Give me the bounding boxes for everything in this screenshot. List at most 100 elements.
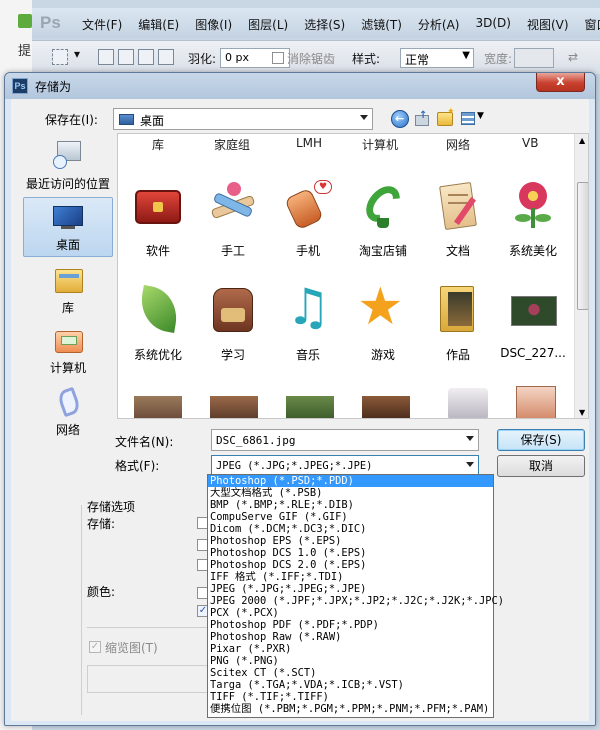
menu-filter[interactable]: 滤镜(T) (361, 16, 402, 33)
style-select[interactable]: 正常 ▼ (400, 48, 474, 68)
format-option[interactable]: Photoshop Raw (*.RAW) (208, 631, 493, 643)
format-option[interactable]: Photoshop PDF (*.PDF;*.PDP) (208, 619, 493, 631)
tool-options-bar: ▾ 羽化: 0 px 消除锯齿 样式: 正常 ▼ 宽度: ⇄ (32, 40, 600, 74)
list-item[interactable]: 作品 (418, 282, 498, 382)
file-list[interactable]: 库 家庭组 LMH 计算机 网络 VB 软件 手工 ♥ 手机 淘宝店铺 文档 系… (117, 133, 589, 419)
feather-label: 羽化: (188, 52, 217, 66)
format-option[interactable]: Dicom (*.DCM;*.DC3;*.DIC) (208, 523, 493, 535)
new-selection-icon[interactable] (98, 49, 114, 65)
antialias-checkbox[interactable] (272, 52, 284, 64)
star-icon: ★ (357, 277, 404, 337)
close-button[interactable]: x (536, 73, 585, 92)
save-in-combo[interactable]: 桌面 (113, 108, 373, 130)
format-option[interactable]: Pixar (*.PXR) (208, 643, 493, 655)
format-option[interactable]: JPEG 2000 (*.JPF;*.JPX;*.JP2;*.J2C;*.J2K… (208, 595, 504, 607)
format-option[interactable]: Photoshop (*.PSD;*.PDD) (208, 475, 493, 487)
list-item[interactable]: LMH (296, 136, 322, 150)
format-option[interactable]: PNG (*.PNG) (208, 655, 493, 667)
format-option[interactable]: Targa (*.TGA;*.VDA;*.ICB;*.VST) (208, 679, 493, 691)
intersect-selection-icon[interactable] (158, 49, 174, 65)
list-item[interactable]: DSC_227... (493, 282, 573, 382)
photos-icon[interactable] (516, 386, 556, 418)
format-option[interactable]: JPEG (*.JPG;*.JPEG;*.JPE) (208, 583, 493, 595)
list-item[interactable]: 软件 (118, 178, 198, 278)
menu-view[interactable]: 视图(V) (527, 16, 569, 33)
place-libraries[interactable]: 库 (23, 261, 113, 321)
format-option[interactable]: Photoshop DCS 1.0 (*.EPS) (208, 547, 493, 559)
dropdown-arrow-icon[interactable]: ▾ (74, 47, 80, 61)
back-button[interactable]: ← (391, 110, 409, 128)
camera-icon[interactable] (448, 388, 488, 418)
width-label: 宽度: (484, 52, 513, 66)
format-option[interactable]: 大型文档格式 (*.PSB) (208, 487, 493, 499)
marquee-tool-icon[interactable] (52, 49, 68, 65)
photo-thumbnail[interactable] (286, 396, 334, 418)
list-item[interactable]: 文档 (418, 178, 498, 278)
place-recent[interactable]: 最近访问的位置 (23, 137, 113, 197)
green-app-icon (18, 14, 32, 28)
filename-input[interactable]: DSC_6861.jpg (211, 429, 479, 451)
cancel-button[interactable]: 取消 (497, 455, 585, 477)
list-item[interactable]: 学习 (193, 282, 273, 382)
format-option[interactable]: Photoshop DCS 2.0 (*.EPS) (208, 559, 493, 571)
crafts-icon (205, 178, 261, 234)
list-item[interactable]: 系统优化 (118, 282, 198, 382)
photo-thumbnail[interactable] (362, 396, 410, 418)
color-label: 颜色: (87, 585, 116, 599)
list-item[interactable]: ♥ 手机 (268, 178, 348, 278)
subtract-selection-icon[interactable] (138, 49, 154, 65)
scroll-down-icon[interactable]: ▼ (579, 408, 585, 417)
place-desktop[interactable]: 桌面 (23, 197, 113, 257)
format-dropdown-list[interactable]: Photoshop (*.PSD;*.PDD) 大型文档格式 (*.PSB) B… (207, 474, 504, 718)
list-item[interactable]: VB (522, 136, 538, 150)
list-item[interactable]: 手工 (193, 178, 273, 278)
vertical-scrollbar[interactable]: ▲ ▼ (574, 134, 588, 418)
photo-thumbnail[interactable] (134, 396, 182, 418)
list-item[interactable]: ★ 游戏 (343, 277, 423, 382)
desktop-icon (51, 202, 85, 232)
list-item[interactable]: 库 (152, 136, 164, 153)
menu-window[interactable]: 窗口 (585, 16, 600, 33)
photo-thumbnail[interactable] (210, 396, 258, 418)
flower-icon (505, 178, 561, 234)
scroll-up-icon[interactable]: ▲ (579, 136, 585, 145)
menu-layer[interactable]: 图层(L) (248, 16, 288, 33)
list-item[interactable]: 系统美化 (493, 178, 573, 278)
format-option[interactable]: 便携位图 (*.PBM;*.PGM;*.PPM;*.PNM;*.PFM;*.PA… (208, 703, 493, 715)
thumbnail-checkbox[interactable]: ✓ (89, 641, 101, 653)
view-menu-button[interactable]: ▼ (461, 111, 487, 127)
format-option[interactable]: BMP (*.BMP;*.RLE;*.DIB) (208, 499, 493, 511)
swap-icon[interactable]: ⇄ (568, 50, 578, 64)
list-item[interactable]: 计算机 (362, 136, 398, 153)
menu-analysis[interactable]: 分析(A) (418, 16, 460, 33)
list-item[interactable]: 网络 (446, 136, 470, 153)
list-item[interactable]: 家庭组 (214, 136, 250, 153)
photoshop-app-icon: Ps (12, 78, 28, 94)
list-item[interactable]: 淘宝店铺 (343, 178, 423, 278)
format-option[interactable]: Photoshop EPS (*.EPS) (208, 535, 493, 547)
format-option[interactable]: PCX (*.PCX) (208, 607, 493, 619)
width-input[interactable] (514, 48, 554, 68)
up-folder-button[interactable]: ↑ (415, 110, 429, 127)
menu-3d[interactable]: 3D(D) (475, 16, 510, 33)
format-option[interactable]: TIFF (*.TIF;*.TIFF) (208, 691, 493, 703)
format-option[interactable]: CompuServe GIF (*.GIF) (208, 511, 493, 523)
document-icon (430, 178, 486, 234)
new-folder-button[interactable]: ✦ (437, 107, 455, 126)
menu-file[interactable]: 文件(F) (82, 16, 122, 33)
menu-edit[interactable]: 编辑(E) (138, 16, 179, 33)
scrollbar-thumb[interactable] (577, 182, 588, 310)
place-computer[interactable]: 计算机 (23, 321, 113, 381)
add-selection-icon[interactable] (118, 49, 134, 65)
dialog-title: 存储为 (35, 80, 72, 94)
format-option[interactable]: Scitex CT (*.SCT) (208, 667, 493, 679)
antialias-label: 消除锯齿 (287, 52, 336, 66)
save-in-value: 桌面 (140, 114, 165, 128)
list-item[interactable]: ♫ 音乐 (268, 282, 348, 382)
place-network[interactable]: 网络 (23, 383, 113, 443)
menu-image[interactable]: 图像(I) (195, 16, 232, 33)
menu-select[interactable]: 选择(S) (304, 16, 345, 33)
save-button[interactable]: 保存(S) (497, 429, 585, 451)
view-icon (461, 112, 475, 125)
format-option[interactable]: IFF 格式 (*.IFF;*.TDI) (208, 571, 493, 583)
